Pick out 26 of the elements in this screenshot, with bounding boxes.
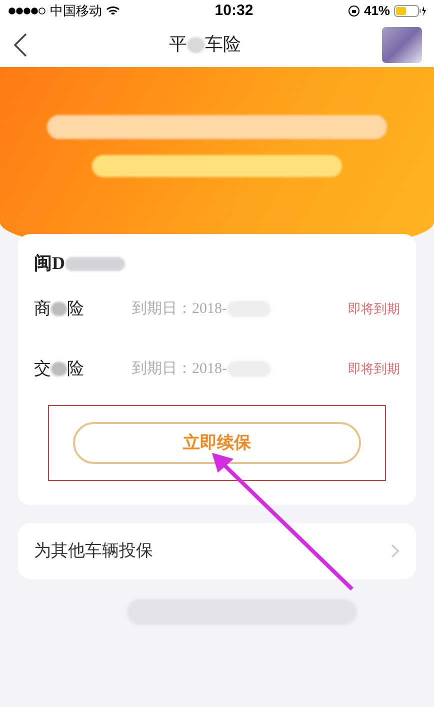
signal-icon <box>8 7 46 15</box>
policy-name: 险 <box>67 298 84 320</box>
page-title: 平 <box>169 33 187 56</box>
clock-text: 10:32 <box>214 0 254 21</box>
page-title: 车险 <box>205 33 241 56</box>
redaction-blur <box>187 36 205 52</box>
redaction-blur <box>51 302 67 316</box>
status-label: 即将到期 <box>348 300 400 318</box>
redaction-blur <box>65 256 125 270</box>
other-vehicle-item[interactable]: 为其他车辆投保 <box>18 523 416 579</box>
expiry-date: 到期日：2018- <box>132 360 227 379</box>
status-label: 即将到期 <box>348 360 400 378</box>
avatar-icon[interactable] <box>382 26 422 62</box>
redaction-blur <box>51 362 67 376</box>
wifi-icon <box>106 6 120 16</box>
policy-name: 交 <box>34 358 51 380</box>
plate-number: 闽D <box>34 252 65 275</box>
chevron-right-icon <box>390 543 400 559</box>
back-icon[interactable] <box>12 32 28 58</box>
battery-icon <box>394 5 426 17</box>
rotation-lock-icon <box>348 5 360 17</box>
carrier-text: 中国移动 <box>50 2 102 20</box>
policy-name: 险 <box>67 358 84 380</box>
battery-text: 41% <box>364 2 390 20</box>
policy-name: 商 <box>34 298 51 320</box>
expiry-date: 到期日：2018- <box>132 300 227 319</box>
